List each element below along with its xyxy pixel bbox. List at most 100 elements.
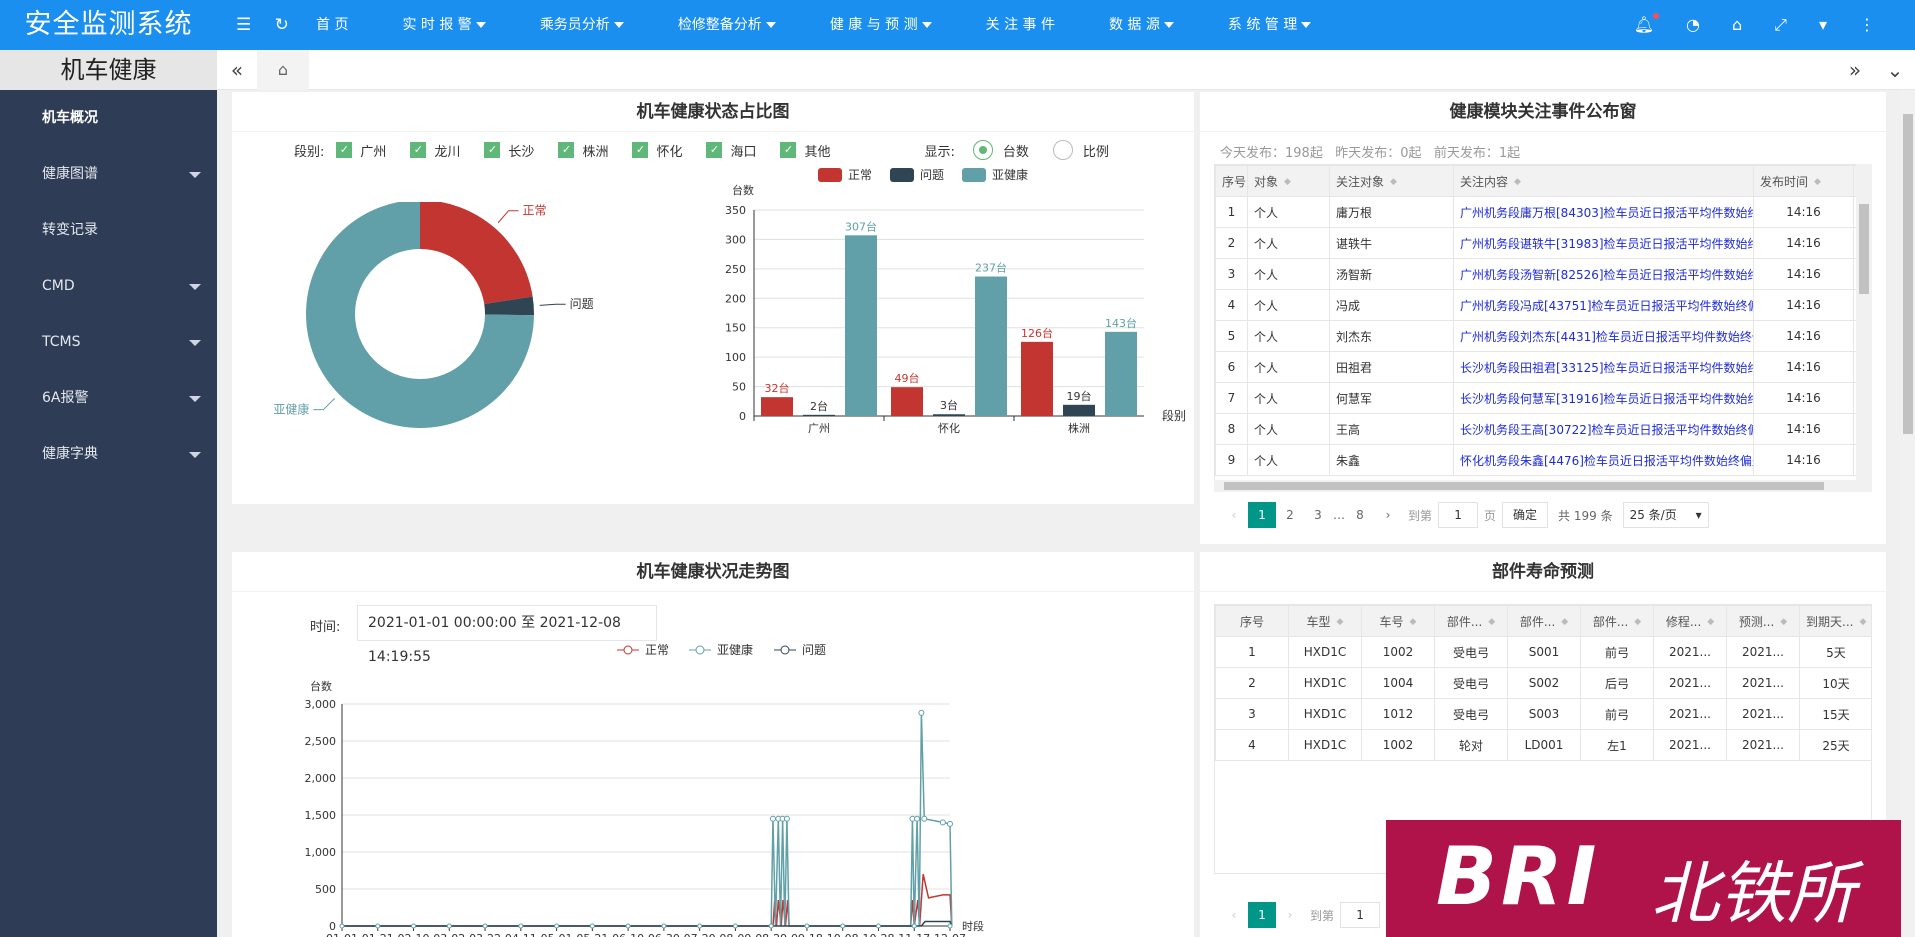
section-checkbox-5[interactable]: ✓ 海口 xyxy=(706,141,756,160)
life-col-header[interactable]: 部件... ◆ xyxy=(1434,605,1508,637)
series-point[interactable] xyxy=(804,923,810,929)
event-content-link[interactable]: 长沙机务段田祖君[33125]检车员近日报活平均件数始终偏少 xyxy=(1453,351,1754,383)
life-pager-page[interactable]: 1 xyxy=(1248,902,1276,928)
events-col-header[interactable]: 发布时间 ◆ xyxy=(1753,165,1854,197)
pager-page[interactable]: 3 xyxy=(1304,502,1332,528)
pager-size-select[interactable]: 25 条/页 ▾ xyxy=(1622,502,1709,528)
event-content-link[interactable]: 广州机务段庸万根[84303]检车员近日报活平均件数始终偏少 xyxy=(1453,196,1754,228)
series-point[interactable] xyxy=(482,923,488,929)
nav-item-5[interactable]: 关 注 事 件 xyxy=(970,0,1071,50)
events-col-header[interactable]: 对象 ◆ xyxy=(1247,165,1330,197)
bar[interactable] xyxy=(1105,331,1137,416)
legend-label[interactable]: 亚健康 xyxy=(992,167,1028,182)
event-content-link[interactable]: 广州机务段汤智新[82526]检车员近日报活平均件数始终偏少 xyxy=(1453,258,1754,290)
legend-swatch[interactable] xyxy=(818,168,842,182)
bar[interactable] xyxy=(975,276,1007,416)
series-line-0[interactable] xyxy=(342,874,953,927)
nav-item-1[interactable]: 实 时 报 警 xyxy=(386,0,501,50)
display-option-ratio[interactable]: 比例 xyxy=(1052,140,1109,160)
pager-page[interactable]: 1 xyxy=(1248,502,1276,528)
nav-item-0[interactable]: 首 页 xyxy=(300,0,364,50)
section-checkbox-3[interactable]: ✓ 株洲 xyxy=(558,141,608,160)
section-checkbox-4[interactable]: ✓ 怀化 xyxy=(632,141,682,160)
series-point[interactable] xyxy=(875,923,881,929)
series-point[interactable] xyxy=(589,923,595,929)
theme-icon[interactable]: ◔ xyxy=(1686,15,1700,35)
sidebar-item-2[interactable]: 转变记录 xyxy=(0,202,217,258)
legend-label[interactable]: 亚健康 xyxy=(717,644,753,657)
life-pager-prev-icon[interactable]: ‹ xyxy=(1220,902,1248,928)
table-row[interactable]: 6 个人 田祖君 长沙机务段田祖君[33125]检车员近日报活平均件数始终偏少 14:1… xyxy=(1215,351,1871,383)
table-row[interactable]: 4 HXD1C 1002 轮对 LD001 左1 2021... 2021... 25天 xyxy=(1215,729,1871,761)
table-row[interactable]: 9 个人 朱鑫 怀化机务段朱鑫[4476]检车员近日报活平均件数始终偏少 14:16 xyxy=(1215,444,1871,476)
table-row[interactable]: 2 个人 谌轶牛 广州机务段谌轶牛[31983]检车员近日报活平均件数始终偏少 14:1… xyxy=(1215,227,1871,259)
life-col-header[interactable]: 预测... ◆ xyxy=(1726,605,1800,637)
sort-icon[interactable]: ◆ xyxy=(1859,617,1866,627)
pager-page[interactable]: 8 xyxy=(1346,502,1374,528)
pager-goto-input[interactable]: 1 xyxy=(1438,502,1479,528)
event-content-link[interactable]: 广州机务段谌轶牛[31983]检车员近日报活平均件数始终偏少 xyxy=(1453,227,1754,259)
bar[interactable] xyxy=(891,387,923,416)
series-point[interactable] xyxy=(661,923,667,929)
section-checkbox-2[interactable]: ✓ 长沙 xyxy=(484,141,534,160)
legend-swatch[interactable] xyxy=(890,168,914,182)
time-range-input[interactable]: 2021-01-01 00:00:00 至 2021-12-08 14:19:5… xyxy=(357,605,657,665)
events-col-header[interactable]: 序号 xyxy=(1215,165,1248,197)
sidebar-item-0[interactable]: 机车概况 xyxy=(0,90,217,146)
nav-item-7[interactable]: 系 统 管 理 xyxy=(1212,0,1327,50)
nav-item-2[interactable]: 乘务员分析 xyxy=(524,0,640,50)
display-option-count[interactable]: 台数 xyxy=(972,140,1029,160)
sort-icon[interactable]: ◆ xyxy=(1488,617,1495,627)
bar[interactable] xyxy=(803,414,835,416)
life-col-header[interactable]: 序号 xyxy=(1215,605,1289,637)
series-point[interactable] xyxy=(911,923,917,929)
sidebar-item-4[interactable]: TCMS xyxy=(0,314,217,370)
table-row[interactable]: 1 HXD1C 1002 受电弓 S001 前弓 2021... 2021... 5天 xyxy=(1215,636,1871,668)
legend-swatch[interactable] xyxy=(962,168,986,182)
series-point[interactable] xyxy=(375,923,381,929)
fullscreen-icon[interactable]: ⤢ xyxy=(1774,15,1787,35)
series-point[interactable] xyxy=(769,815,776,822)
life-pager-goto-input[interactable]: 1 xyxy=(1340,902,1381,928)
legend-marker[interactable] xyxy=(695,645,705,655)
bell-icon[interactable]: 🔔︎ xyxy=(1634,13,1660,35)
series-line-2[interactable] xyxy=(342,920,953,927)
series-point[interactable] xyxy=(939,819,946,826)
bar[interactable] xyxy=(1063,404,1095,416)
life-col-header[interactable]: 车型 ◆ xyxy=(1288,605,1362,637)
nav-item-3[interactable]: 检修整备分析 xyxy=(662,0,792,50)
page-scrollbar[interactable] xyxy=(1901,90,1915,937)
table-row[interactable]: 2 HXD1C 1004 受电弓 S002 后弓 2021... 2021... 10天 xyxy=(1215,667,1871,699)
more-icon[interactable]: ⋮ xyxy=(1859,15,1875,35)
scroll-right-icon[interactable]: » xyxy=(1835,50,1875,90)
refresh-icon[interactable]: ↻ xyxy=(275,15,289,35)
dropdown-icon[interactable]: ▾ xyxy=(1819,15,1827,35)
nav-item-4[interactable]: 健 康 与 预 测 xyxy=(814,0,948,50)
tag-icon[interactable]: ⌂ xyxy=(1732,15,1742,35)
nav-item-6[interactable]: 数 据 源 xyxy=(1093,0,1190,50)
table-row[interactable]: 3 HXD1C 1012 受电弓 S003 前弓 2021... 2021... 15天 xyxy=(1215,698,1871,730)
bar[interactable] xyxy=(1021,341,1053,416)
sidebar-item-3[interactable]: CMD xyxy=(0,258,217,314)
pager-prev-icon[interactable]: ‹ xyxy=(1220,502,1248,528)
sort-icon[interactable]: ◆ xyxy=(1410,617,1417,627)
series-point[interactable] xyxy=(840,923,846,929)
series-point[interactable] xyxy=(554,923,560,929)
events-col-header[interactable]: 关注对象 ◆ xyxy=(1329,165,1454,197)
sort-icon[interactable]: ◆ xyxy=(1561,617,1568,627)
life-pager-next-icon[interactable]: › xyxy=(1276,902,1304,928)
table-row[interactable]: 5 个人 刘杰东 广州机务段刘杰东[4431]检车员近日报活平均件数始终偏少 14:16 xyxy=(1215,320,1871,352)
table-row[interactable]: 1 个人 庸万根 广州机务段庸万根[84303]检车员近日报活平均件数始终偏少 14:1… xyxy=(1215,196,1871,228)
legend-marker[interactable] xyxy=(623,645,633,655)
sort-icon[interactable]: ◆ xyxy=(1780,617,1787,627)
legend-label[interactable]: 正常 xyxy=(848,168,872,182)
sort-icon[interactable]: ◆ xyxy=(1634,617,1641,627)
legend-label[interactable]: 正常 xyxy=(645,644,669,657)
sidebar-item-1[interactable]: 健康图谱 xyxy=(0,146,217,202)
event-content-link[interactable]: 广州机务段刘杰东[4431]检车员近日报活平均件数始终偏少 xyxy=(1453,320,1754,352)
series-point[interactable] xyxy=(697,923,703,929)
bar[interactable] xyxy=(933,414,965,416)
series-line-1[interactable] xyxy=(342,712,953,927)
event-content-link[interactable]: 长沙机务段何慧军[31916]检车员近日报活平均件数始终偏少 xyxy=(1453,382,1754,414)
pager-next-icon[interactable]: › xyxy=(1374,502,1402,528)
